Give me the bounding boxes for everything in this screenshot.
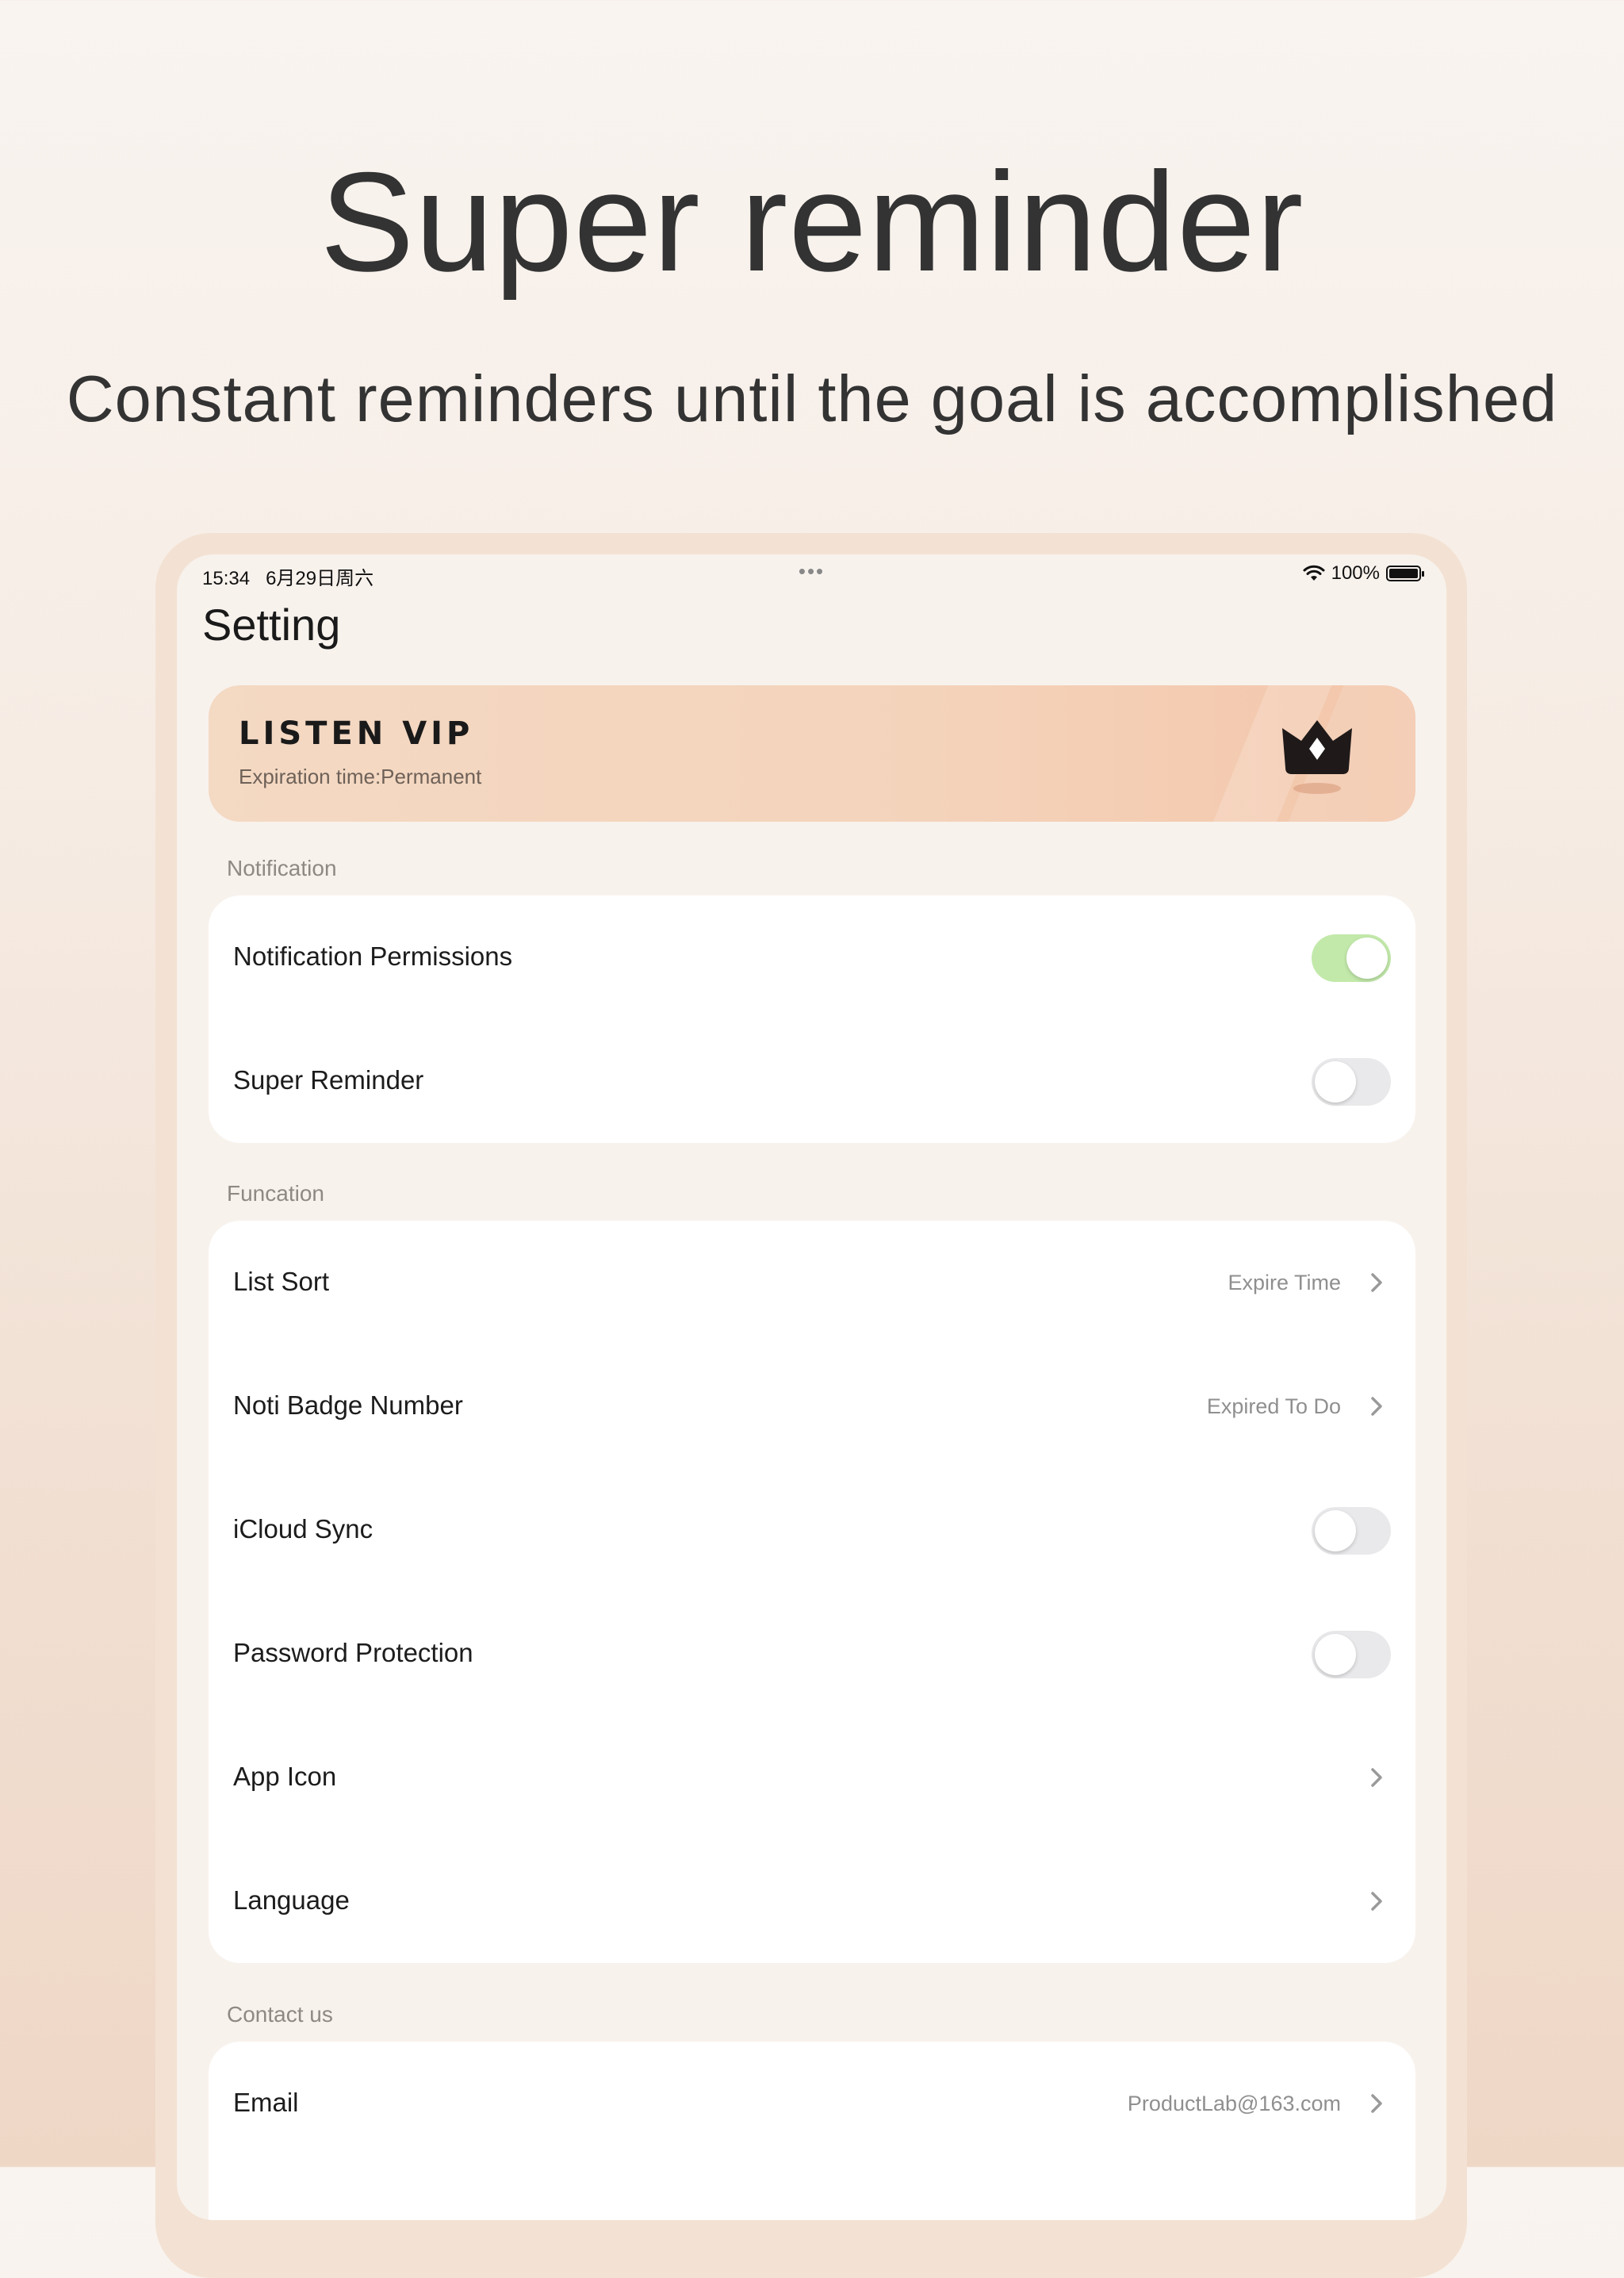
crown-icon: [1282, 720, 1352, 794]
battery-icon: [1386, 566, 1424, 581]
chevron-right-icon: [1371, 1892, 1382, 1911]
section-label-contact: Contact us: [227, 2002, 333, 2027]
notification-permissions-toggle[interactable]: [1312, 934, 1391, 982]
page-title: Setting: [202, 600, 341, 650]
row-notification-permissions: Notification Permissions: [209, 895, 1415, 1019]
row-super-reminder: Super Reminder: [209, 1019, 1415, 1143]
multitask-dots[interactable]: •••: [177, 559, 1446, 584]
row-label: Language: [233, 1885, 350, 1915]
row-label: Password Protection: [233, 1638, 473, 1667]
promo-subline: Constant reminders until the goal is acc…: [66, 362, 1558, 435]
row-email[interactable]: Email ProductLab@163.com: [209, 2042, 1415, 2165]
row-label: Super Reminder: [233, 1065, 424, 1095]
row-language[interactable]: Language: [209, 1839, 1415, 1963]
row-icloud-sync: iCloud Sync: [209, 1468, 1415, 1592]
row-label: App Icon: [233, 1762, 337, 1791]
toggle-knob: [1315, 1510, 1356, 1551]
status-bar: 15:34 6月29日周六 ••• 100%: [177, 554, 1446, 594]
toggle-knob: [1346, 938, 1388, 979]
row-label: Notification Permissions: [233, 941, 513, 971]
section-label-function: Funcation: [227, 1181, 324, 1206]
promo-headline: Super reminder: [320, 143, 1304, 301]
notification-group: Notification Permissions Super Reminder: [209, 895, 1415, 1143]
row-password-protection: Password Protection: [209, 1592, 1415, 1716]
vip-card[interactable]: LISTEN VIP Expiration time:Permanent: [209, 685, 1415, 822]
row-value: Expired To Do: [1206, 1394, 1341, 1418]
toggle-knob: [1315, 1634, 1356, 1675]
battery-percent: 100%: [1331, 562, 1380, 584]
row-label: Noti Badge Number: [233, 1390, 463, 1420]
vip-title: LISTEN VIP: [239, 715, 474, 752]
super-reminder-toggle[interactable]: [1312, 1058, 1391, 1106]
chevron-right-icon: [1371, 1768, 1382, 1787]
chevron-right-icon: [1371, 1397, 1382, 1416]
section-label-notification: Notification: [227, 856, 337, 880]
toggle-knob: [1315, 1061, 1356, 1103]
password-protection-toggle[interactable]: [1312, 1631, 1391, 1678]
chevron-right-icon: [1371, 1273, 1382, 1292]
app-screen: 15:34 6月29日周六 ••• 100% Setting LISTEN VI…: [177, 554, 1446, 2220]
wifi-icon: [1303, 565, 1325, 581]
row-label: List Sort: [233, 1267, 330, 1296]
function-group: List Sort Expire Time Noti Badge Number …: [209, 1221, 1415, 1963]
icloud-sync-toggle[interactable]: [1312, 1507, 1391, 1555]
vip-expiration: Expiration time:Permanent: [239, 765, 482, 788]
row-label: iCloud Sync: [233, 1514, 373, 1544]
row-noti-badge-number[interactable]: Noti Badge Number Expired To Do: [209, 1344, 1415, 1468]
status-right: 100%: [1303, 562, 1424, 585]
row-value: Expire Time: [1228, 1271, 1341, 1294]
row-label: Email: [233, 2088, 299, 2117]
row-value: ProductLab@163.com: [1127, 2092, 1341, 2115]
row-app-icon[interactable]: App Icon: [209, 1716, 1415, 1839]
contact-group: Email ProductLab@163.com: [209, 2042, 1415, 2220]
chevron-right-icon: [1371, 2094, 1382, 2113]
row-list-sort[interactable]: List Sort Expire Time: [209, 1221, 1415, 1344]
